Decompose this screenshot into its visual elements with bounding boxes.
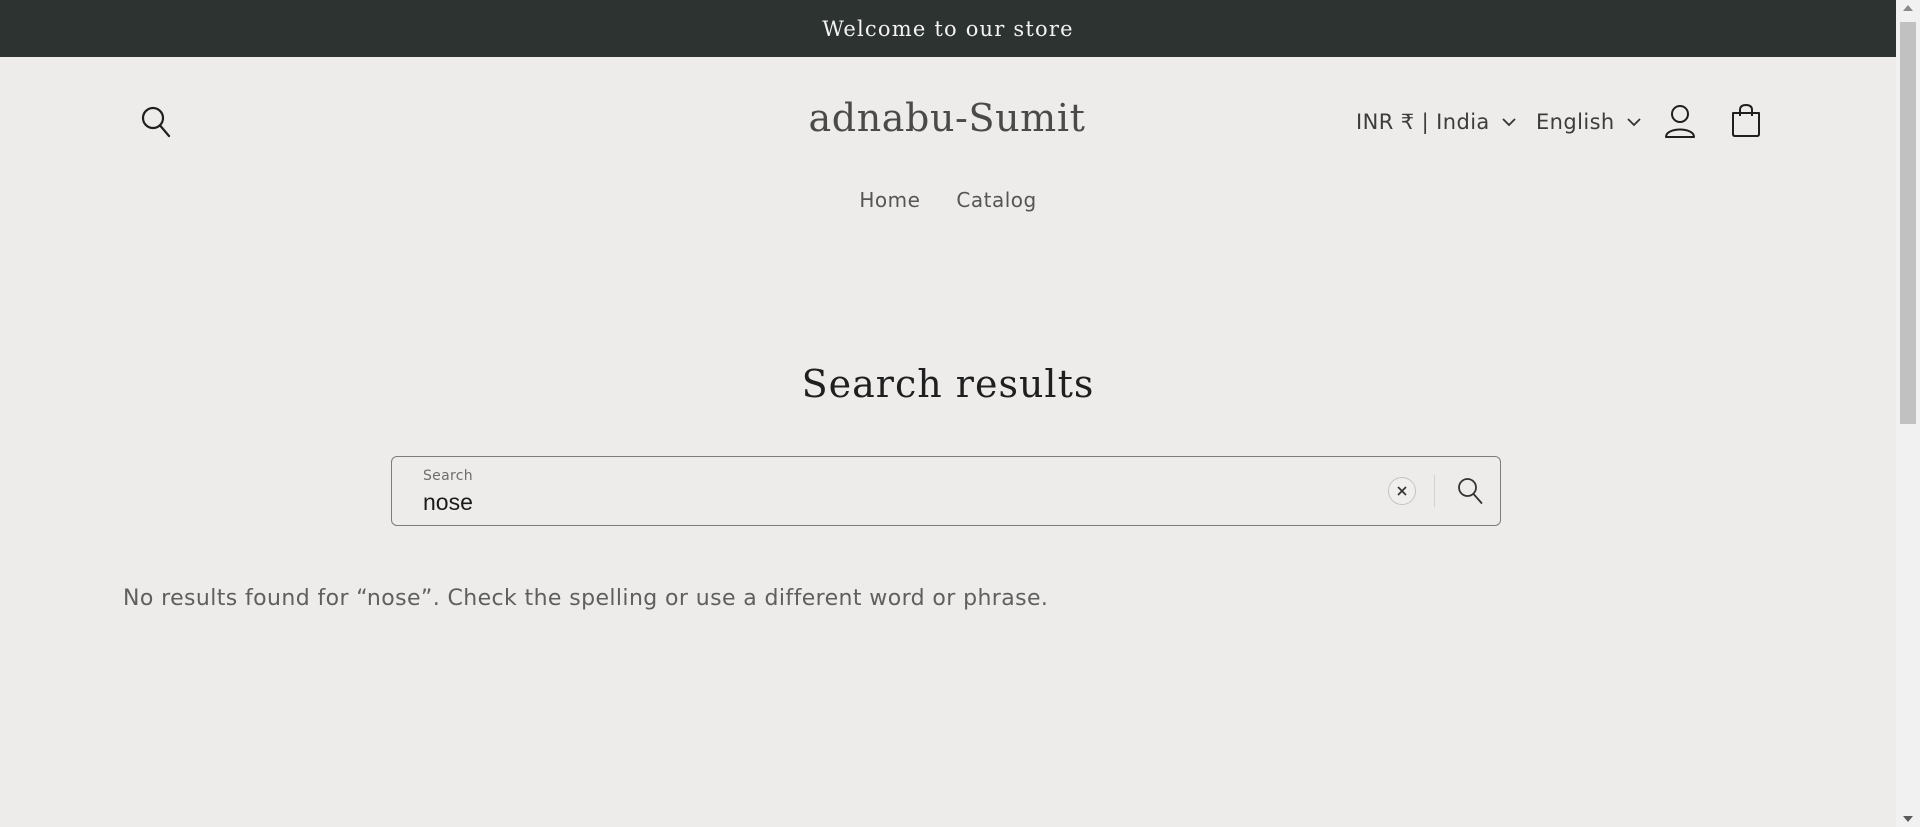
search-icon [141,106,171,138]
chevron-down-icon [1627,117,1641,127]
country-selector[interactable]: INR ₹ | India [1356,104,1516,140]
search-form: Search [391,456,1501,526]
account-icon [1665,105,1695,138]
main-nav: Home Catalog [0,188,1896,212]
page-title: Search results [801,362,1095,406]
announcement-text: Welcome to our store [822,16,1074,41]
header-search-button[interactable] [138,104,174,140]
country-selector-label: INR ₹ | India [1356,110,1490,134]
nav-item-catalog[interactable]: Catalog [956,188,1036,212]
search-icon [1458,478,1483,504]
scroll-down-arrow-icon[interactable] [1896,811,1920,827]
nav-item-home[interactable]: Home [859,188,920,212]
store-logo[interactable]: adnabu-Sumit [700,96,1194,140]
account-button[interactable] [1662,102,1698,140]
language-selector-label: English [1536,110,1615,134]
scroll-up-arrow-icon[interactable] [1896,0,1920,16]
announcement-bar: Welcome to our store [0,0,1896,57]
vertical-scrollbar[interactable] [1896,0,1920,827]
chevron-down-icon [1502,117,1516,127]
search-divider [1434,475,1435,507]
close-icon [1397,486,1407,496]
search-field-label: Search [423,468,473,484]
no-results-message: No results found for “nose”. Check the s… [123,586,1049,611]
language-selector[interactable]: English [1536,104,1641,140]
scrollbar-thumb[interactable] [1900,22,1916,424]
search-submit-button[interactable] [1452,473,1488,509]
cart-button[interactable] [1728,102,1764,140]
search-input[interactable] [423,487,1323,517]
cart-icon [1732,104,1760,137]
clear-search-button[interactable] [1388,477,1416,505]
